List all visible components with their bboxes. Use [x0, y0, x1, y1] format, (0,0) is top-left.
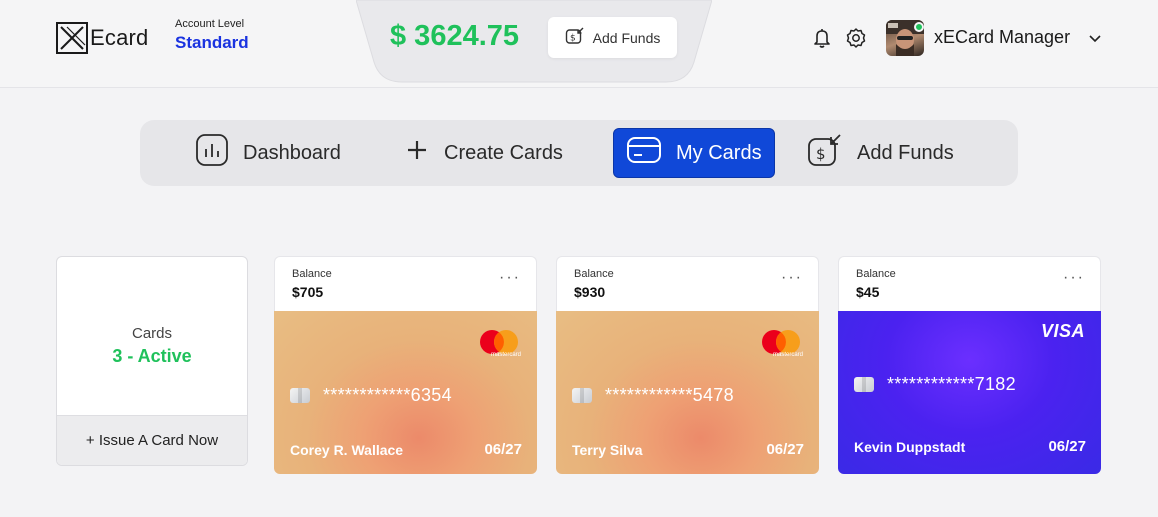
cards-summary: Cards 3 - Active + Issue A Card Now	[56, 256, 248, 466]
nav-create-cards-label: Create Cards	[444, 141, 563, 164]
account-level-label: Account Level	[175, 18, 245, 30]
card-icon	[626, 135, 662, 171]
card-item: Balance $930 ··· mastercard ************…	[556, 256, 819, 474]
top-header: Ecard Account Level Standard $ 3624.75 $…	[0, 0, 1158, 88]
user-name[interactable]: xECard Manager	[934, 27, 1070, 48]
more-options-icon[interactable]: ···	[499, 269, 521, 287]
card-holder-name: Corey R. Wallace	[290, 442, 404, 458]
card-balance-header: Balance $930 ···	[556, 256, 819, 312]
card-brand-label: mastercard	[490, 352, 521, 358]
svg-text:$: $	[570, 34, 576, 44]
visa-logo: VISA	[1040, 321, 1085, 341]
header-add-funds-label: Add Funds	[592, 29, 661, 46]
balance-value: $705	[292, 284, 324, 300]
card-holder-name: Terry Silva	[572, 442, 643, 458]
card-number: ************5478	[605, 385, 734, 405]
balance-label: Balance	[856, 268, 896, 280]
svg-text:$: $	[816, 145, 826, 163]
account-balance: $ 3624.75	[390, 20, 520, 52]
nav-add-funds-label: Add Funds	[857, 141, 954, 164]
card-expiry: 06/27	[484, 441, 522, 458]
card-face[interactable]: mastercard ************6354 Corey R. Wal…	[274, 311, 537, 474]
nav-my-cards-label: My Cards	[676, 141, 762, 164]
balance-value: $930	[574, 284, 606, 300]
card-expiry: 06/27	[766, 441, 804, 458]
chevron-down-icon[interactable]	[1088, 30, 1102, 48]
bell-icon[interactable]	[812, 27, 832, 49]
card-face[interactable]: mastercard ************5478 Terry Silva …	[556, 311, 819, 474]
nav-add-funds[interactable]: $ Add Funds	[807, 128, 954, 178]
balance-label: Balance	[292, 268, 332, 280]
more-options-icon[interactable]: ···	[1063, 269, 1085, 287]
main-nav: Dashboard Create Cards My Cards $ Add Fu…	[140, 120, 1018, 186]
cards-count-label: Cards	[131, 325, 172, 342]
card-expiry: 06/27	[1048, 438, 1086, 455]
card-number: ************6354	[323, 385, 452, 405]
card-holder-name: Kevin Duppstadt	[854, 439, 966, 455]
card-number: ************7182	[887, 374, 1016, 394]
nav-create-cards[interactable]: Create Cards	[404, 128, 563, 178]
balance-label: Balance	[574, 268, 614, 280]
card-chip-icon	[290, 388, 310, 403]
add-funds-icon: $	[565, 27, 585, 48]
nav-my-cards[interactable]: My Cards	[613, 128, 775, 178]
logo[interactable]: Ecard	[56, 21, 148, 55]
balance-value: $45	[856, 284, 880, 300]
nav-dashboard-label: Dashboard	[243, 141, 341, 164]
account-level: Account Level Standard	[175, 18, 249, 53]
account-level-value: Standard	[175, 33, 249, 52]
card-balance-header: Balance $705 ···	[274, 256, 537, 312]
card-brand-label: mastercard	[772, 352, 803, 358]
cards-active-count: 3 - Active	[112, 346, 192, 366]
card-item: Balance $45 ··· VISA ************7182 Ke…	[838, 256, 1101, 474]
gear-icon[interactable]	[845, 27, 866, 49]
card-item: Balance $705 ··· mastercard ************…	[274, 256, 537, 474]
card-chip-icon	[854, 377, 874, 392]
more-options-icon[interactable]: ···	[781, 269, 803, 287]
logo-x-icon	[56, 22, 88, 54]
card-chip-icon	[572, 388, 592, 403]
issue-card-button[interactable]: + Issue A Card Now	[57, 415, 247, 465]
chart-icon	[195, 133, 229, 173]
logo-text: Ecard	[90, 25, 149, 50]
nav-dashboard[interactable]: Dashboard	[195, 128, 341, 178]
plus-icon	[404, 137, 430, 169]
online-status-dot	[914, 22, 924, 32]
add-funds-icon: $	[807, 133, 843, 173]
card-balance-header: Balance $45 ···	[838, 256, 1101, 312]
header-add-funds-button[interactable]: $ Add Funds	[548, 17, 677, 58]
card-face[interactable]: VISA ************7182 Kevin Duppstadt 06…	[838, 311, 1101, 474]
